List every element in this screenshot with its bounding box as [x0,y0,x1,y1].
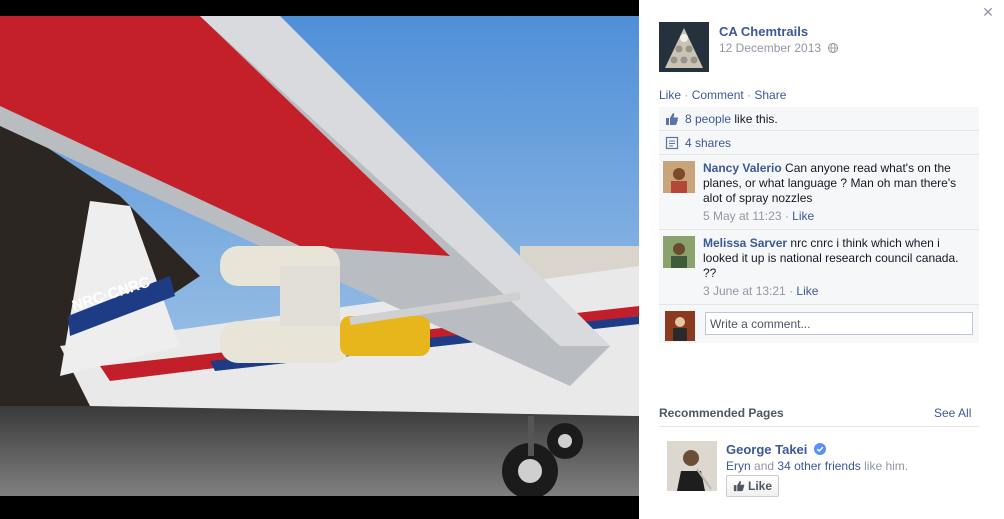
user-photo-icon [663,236,695,268]
airplane-photo: NRC·CNRC [0,16,639,496]
comment-time[interactable]: 5 May at 11:23 [703,209,782,223]
divider [659,426,979,427]
shares-row: 4 shares [659,131,979,155]
comment-like-link[interactable]: Like [792,209,814,223]
see-all-link[interactable]: See All [934,406,971,420]
comment-item: Nancy Valerio Can anyone read what's on … [659,155,979,230]
comment-meta: 3 June at 13:21 · Like [703,284,819,298]
likes-row: 8 people like this. [659,107,979,131]
friends-like-text: Eryn and 34 other friends like him. [726,459,908,473]
recommended-page-name-text[interactable]: George Takei [726,442,807,457]
post-actions: Like · Comment · Share [659,88,786,102]
likes-count-link[interactable]: 8 people [685,112,731,126]
photo-stage: NRC·CNRC [0,0,639,519]
comment-body: Nancy Valerio Can anyone read what's on … [703,161,973,206]
other-friends-link[interactable]: 34 other friends [777,459,860,473]
comment-meta: 5 May at 11:23 · Like [703,209,815,223]
person-photo-icon [667,441,717,491]
like-page-button-label[interactable]: Like [748,479,772,493]
write-comment-input[interactable] [705,312,973,335]
thumbs-up-icon [666,113,679,125]
close-icon[interactable]: ✕ [980,4,996,20]
page-avatar[interactable] [667,441,717,491]
thumbs-up-icon [733,480,745,492]
commenter-name-link[interactable]: Melissa Sarver [703,236,787,250]
commenter-avatar[interactable] [663,236,695,268]
like-page-button[interactable]: Like [726,475,780,497]
like-link[interactable]: Like [659,88,681,102]
comment-link[interactable]: Comment [692,88,744,102]
post-date-text[interactable]: 12 December 2013 [719,41,821,55]
share-link[interactable]: Share [754,88,786,102]
likes-suffix: like this. [731,112,778,126]
and-text: and [750,459,778,473]
action-separator: · [681,88,692,102]
globe-icon[interactable] [828,43,839,53]
action-separator: · [743,88,755,102]
feedback-box: 8 people like this. 4 shares Nancy Valer… [659,107,979,343]
like-him-text: like him. [860,459,909,473]
page-name-link[interactable]: CA Chemtrails [719,24,808,39]
current-user-avatar [665,311,695,341]
verified-badge-icon [814,443,827,455]
post-header: CA Chemtrails 12 December 2013 [659,22,979,74]
post-photo[interactable]: NRC·CNRC [0,16,639,496]
post-detail-panel: ✕ CA Chemtrails 12 December 2013 Like · … [639,0,1004,519]
page-avatar[interactable] [659,22,709,72]
comment-item: Melissa Sarver nrc cnrc i think which wh… [659,230,979,305]
share-icon [665,136,679,150]
recommended-page-name[interactable]: George Takei [726,442,827,457]
friend-name-link[interactable]: Eryn [726,459,751,473]
post-date[interactable]: 12 December 2013 [719,41,839,55]
comment-time[interactable]: 3 June at 13:21 [703,284,786,298]
user-photo-icon [663,161,695,193]
shares-count-link[interactable]: 4 shares [685,136,731,150]
write-comment-row [659,305,979,343]
commenter-name-link[interactable]: Nancy Valerio [703,161,782,175]
recommended-page-card: George Takei Eryn and 34 other friends l… [667,441,979,501]
commenter-avatar[interactable] [663,161,695,193]
recommended-pages-title: Recommended Pages [659,406,784,420]
comment-like-link[interactable]: Like [796,284,818,298]
skull-pyramid-icon [659,22,709,72]
user-photo-icon [665,311,695,341]
comment-body: Melissa Sarver nrc cnrc i think which wh… [703,236,973,281]
